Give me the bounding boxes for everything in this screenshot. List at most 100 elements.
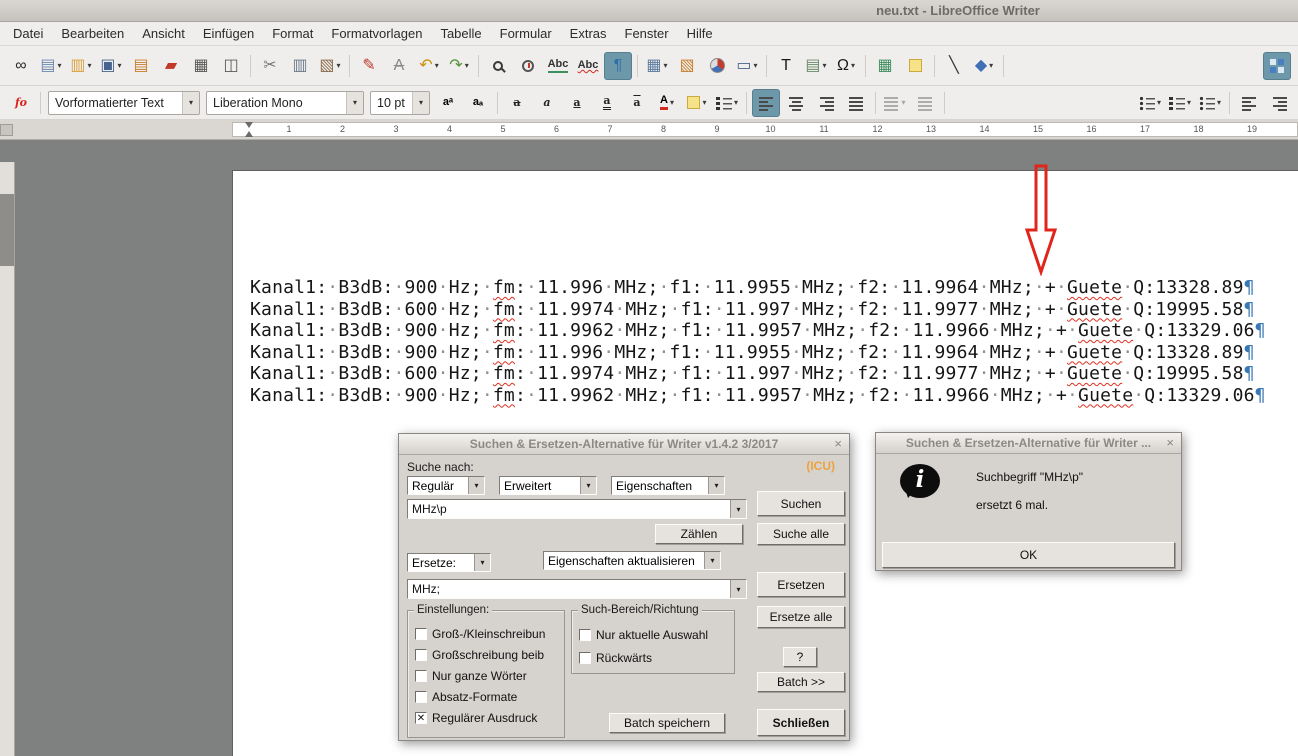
checkbox-row[interactable]: Nur ganze Wörter	[410, 665, 562, 686]
auto-spellcheck-button[interactable]: Abc	[574, 52, 602, 80]
unchecked-checkbox[interactable]	[415, 691, 427, 703]
checkbox-row[interactable]: Rückwärts	[574, 646, 732, 669]
undo-button[interactable]: ↶▾	[415, 52, 443, 80]
document-line[interactable]: Kanal1:·B3dB:·900·Hz;·fm:·11.9962·MHz;·f…	[250, 320, 1298, 342]
checked-checkbox[interactable]: ✕	[415, 712, 427, 724]
save-button[interactable]: ▣▾	[97, 52, 125, 80]
superscript-button[interactable]: aᵃ	[434, 89, 462, 117]
insert-image-button[interactable]: ▧	[673, 52, 701, 80]
insert-table-button[interactable]: ▦▾	[643, 52, 671, 80]
checkbox-row[interactable]: Großschreibung beib	[410, 644, 562, 665]
menu-datei[interactable]: Datei	[4, 23, 52, 44]
chevron-down-icon[interactable]: ▾	[1187, 98, 1191, 107]
horizontal-ruler[interactable]: 12345678910111213141516171819	[0, 120, 1298, 140]
menu-hilfe[interactable]: Hilfe	[678, 23, 722, 44]
ruler-corner-tab[interactable]	[0, 124, 13, 136]
strikethrough-button[interactable]: a	[503, 89, 531, 117]
chevron-down-icon[interactable]: ▾	[989, 61, 993, 70]
cut-button[interactable]: ✂	[256, 52, 284, 80]
checkbox-row[interactable]: Absatz-Formate	[410, 686, 562, 707]
properties-dropdown[interactable]: Eigenschaften ▾	[611, 476, 725, 495]
decrease-indent-button[interactable]	[1265, 89, 1293, 117]
italic-style-button[interactable]: a	[533, 89, 561, 117]
chevron-down-icon[interactable]: ▾	[1217, 98, 1221, 107]
menu-bearbeiten[interactable]: Bearbeiten	[52, 23, 133, 44]
checkbox-row[interactable]: Nur aktuelle Auswahl	[574, 623, 732, 646]
numbered-list-button[interactable]: ▾	[1166, 89, 1194, 117]
chevron-down-icon[interactable]: ▾	[474, 554, 490, 571]
menu-formatvorlagen[interactable]: Formatvorlagen	[322, 23, 431, 44]
new-document-button[interactable]: ▤▾	[37, 52, 65, 80]
open-file-button[interactable]: ▥▾	[67, 52, 95, 80]
document-line[interactable]: Kanal1:·B3dB:·900·Hz;·fm:·11.996·MHz;·f1…	[250, 277, 1298, 299]
spelling-button[interactable]: Abc	[544, 52, 572, 80]
batch-button[interactable]: Batch >>	[757, 672, 845, 692]
paragraph-style-combo[interactable]: Vorformatierter Text▾	[48, 91, 200, 115]
first-line-indent-marker[interactable]	[245, 122, 253, 128]
clear-formatting-button[interactable]: A	[385, 52, 413, 80]
unchecked-checkbox[interactable]	[415, 670, 427, 682]
find-replace-button[interactable]	[484, 52, 512, 80]
chevron-down-icon[interactable]: ▾	[1157, 98, 1161, 107]
ok-button[interactable]: OK	[882, 542, 1175, 568]
subscript-button[interactable]: aₐ	[464, 89, 492, 117]
zoom-button[interactable]	[514, 52, 542, 80]
chevron-down-icon[interactable]: ▾	[670, 98, 674, 107]
document-line[interactable]: Kanal1:·B3dB:·900·Hz;·fm:·11.996·MHz;·f1…	[250, 342, 1298, 364]
extension-fo-button[interactable]: fo	[7, 89, 35, 117]
dialog-close-icon[interactable]: ×	[834, 436, 842, 451]
overline-button[interactable]: a	[623, 89, 651, 117]
document-line[interactable]: Kanal1:·B3dB:·600·Hz;·fm:·11.9974·MHz;·f…	[250, 299, 1298, 321]
search-input-combo[interactable]: ▾	[407, 499, 747, 519]
unchecked-checkbox[interactable]	[579, 652, 591, 664]
insert-textbox-button[interactable]: T	[772, 52, 800, 80]
draw-functions-button[interactable]	[1263, 52, 1291, 80]
message-titlebar[interactable]: Suchen & Ersetzen-Alternative für Writer…	[876, 433, 1181, 454]
background-color-button[interactable]: ▾	[713, 89, 741, 117]
document-text[interactable]: Kanal1:·B3dB:·900·Hz;·fm:·11.996·MHz;·f1…	[233, 171, 1298, 406]
menu-einfügen[interactable]: Einfügen	[194, 23, 263, 44]
menu-format[interactable]: Format	[263, 23, 322, 44]
left-indent-marker[interactable]	[245, 131, 253, 137]
chevron-down-icon[interactable]: ▾	[468, 477, 484, 494]
underline-button[interactable]: a	[563, 89, 591, 117]
unchecked-checkbox[interactable]	[579, 629, 591, 641]
chevron-down-icon[interactable]: ▾	[734, 98, 738, 107]
formatting-marks-button[interactable]: ¶	[604, 52, 632, 80]
basic-shapes-button[interactable]: ◆▾	[970, 52, 998, 80]
font-color-button[interactable]: A▾	[653, 89, 681, 117]
insert-field-button[interactable]: ▤▾	[802, 52, 830, 80]
checkbox-row[interactable]: Groß-/Kleinschreibun	[410, 623, 562, 644]
highlighting-color-button[interactable]: ▾	[683, 89, 711, 117]
dialog-titlebar[interactable]: Suchen & Ersetzen-Alternative für Writer…	[399, 434, 849, 455]
chevron-down-icon[interactable]: ▾	[88, 61, 92, 70]
search-button[interactable]: Suchen	[757, 491, 845, 516]
replace-button[interactable]: Ersetzen	[757, 572, 845, 597]
menu-extras[interactable]: Extras	[561, 23, 616, 44]
chevron-down-icon[interactable]: ▾	[754, 61, 758, 70]
extended-dropdown[interactable]: Erweitert ▾	[499, 476, 597, 495]
align-right-button[interactable]	[812, 89, 840, 117]
chevron-down-icon[interactable]: ▾	[58, 61, 62, 70]
align-center-button[interactable]	[782, 89, 810, 117]
print-preview-button[interactable]: ◫	[217, 52, 245, 80]
chevron-down-icon[interactable]: ▾	[730, 580, 746, 598]
help-button[interactable]: ?	[783, 647, 817, 667]
insert-header-footer-button[interactable]: ▦	[871, 52, 899, 80]
document-line[interactable]: Kanal1:·B3dB:·900·Hz;·fm:·11.9962·MHz;·f…	[250, 385, 1298, 407]
chevron-down-icon[interactable]: ▾	[118, 61, 122, 70]
message-close-icon[interactable]: ×	[1166, 435, 1174, 450]
menu-fenster[interactable]: Fenster	[616, 23, 678, 44]
batch-save-button[interactable]: Batch speichern	[609, 713, 725, 733]
chevron-down-icon[interactable]: ▾	[851, 61, 855, 70]
replace-mode-dropdown[interactable]: Ersetze: ▾	[407, 553, 491, 572]
increase-indent-button[interactable]	[1235, 89, 1263, 117]
chevron-down-icon[interactable]: ▾	[337, 61, 341, 70]
double-underline-button[interactable]: a	[593, 89, 621, 117]
chevron-down-icon[interactable]: ▾	[182, 92, 199, 114]
result-message-dialog[interactable]: Suchen & Ersetzen-Alternative für Writer…	[875, 432, 1182, 571]
insert-comment-button[interactable]	[901, 52, 929, 80]
search-input[interactable]	[408, 500, 730, 518]
special-character-button[interactable]: Ω▾	[832, 52, 860, 80]
chevron-down-icon[interactable]: ▾	[435, 61, 439, 70]
